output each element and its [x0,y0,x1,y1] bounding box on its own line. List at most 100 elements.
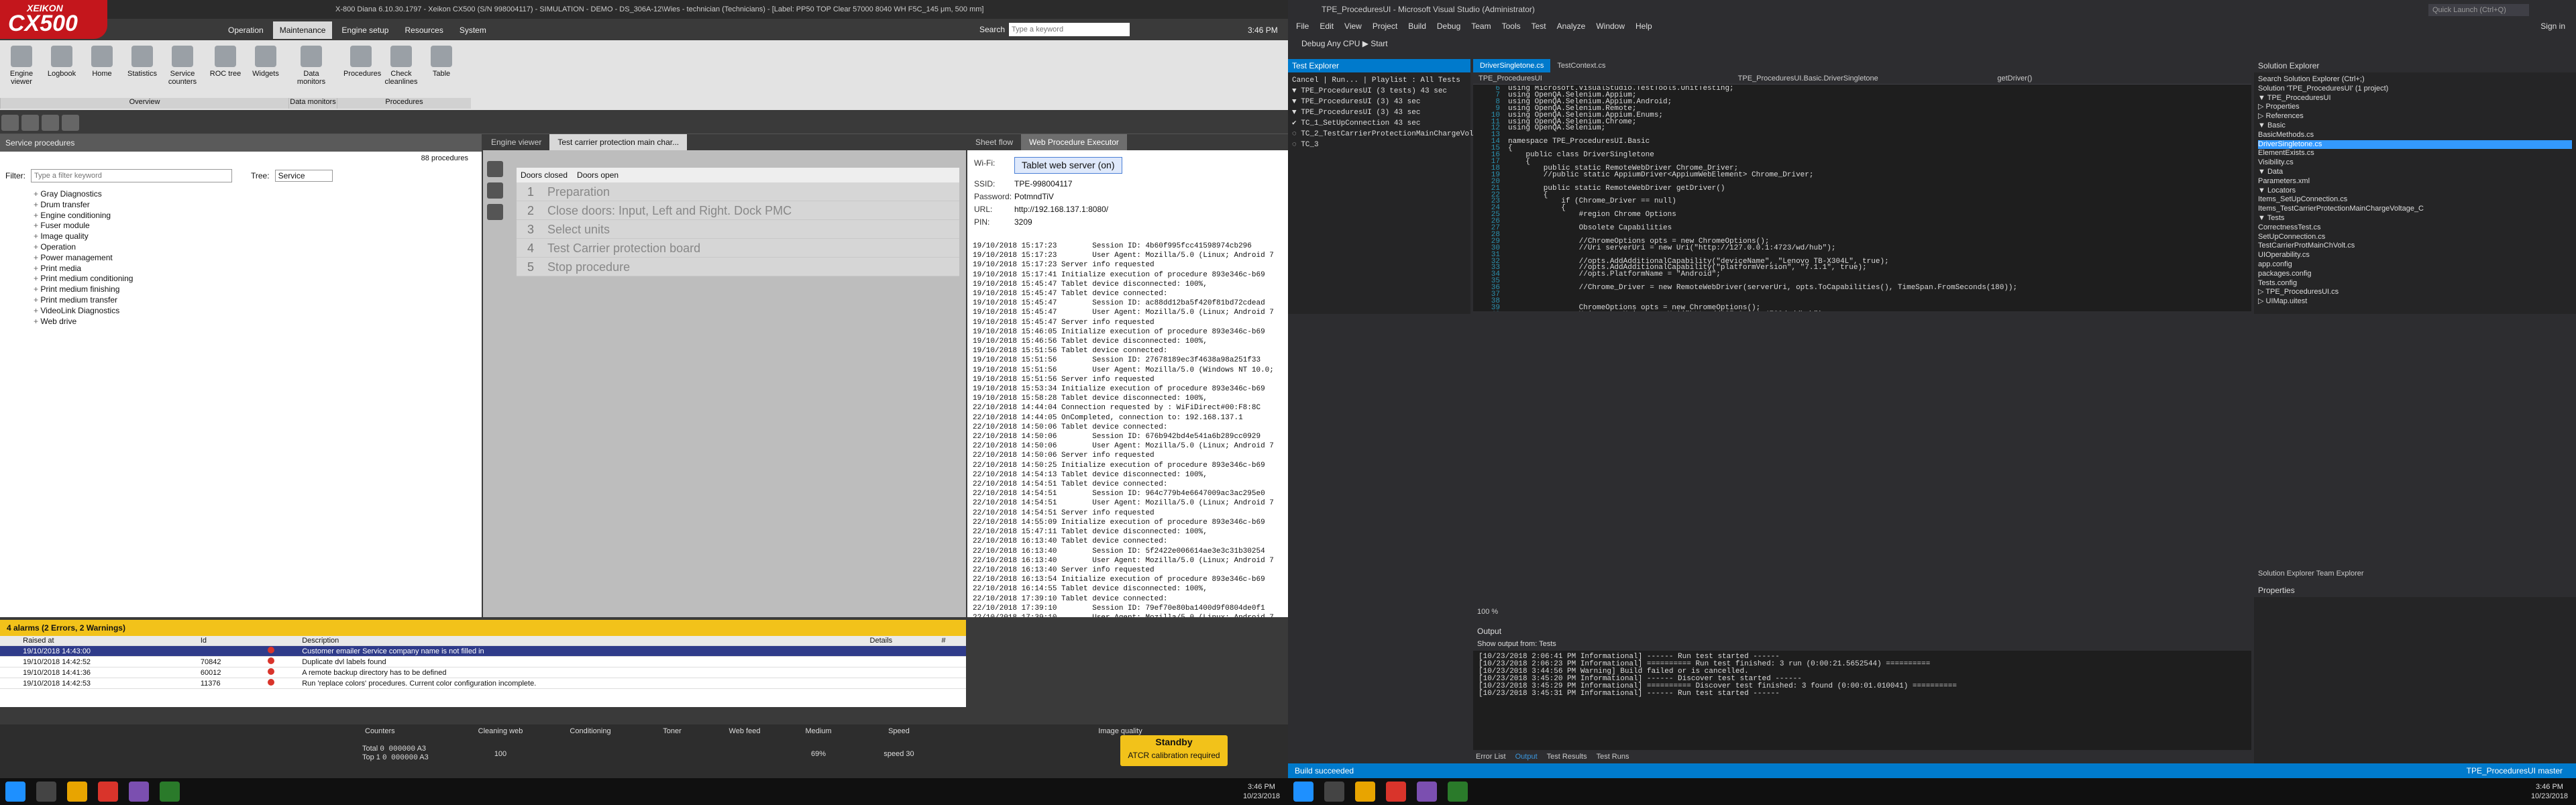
app-icon[interactable] [1448,782,1468,802]
solution-item[interactable]: Visibility.cs [2258,158,2572,168]
tab-doors-closed[interactable]: Doors closed [521,170,568,180]
solution-item[interactable]: Parameters.xml [2258,177,2572,186]
alarm-col-header[interactable]: Details [865,636,938,646]
tab-error-list[interactable]: Error List [1476,750,1506,763]
tab-web-executor[interactable]: Web Procedure Executor [1021,134,1127,150]
alarm-details[interactable] [865,667,938,678]
alarm-row[interactable]: 19/10/2018 14:42:53 11376 Run 'replace col… [0,678,966,689]
solution-item[interactable]: CorrectnessTest.cs [2258,223,2572,233]
procedures-button[interactable]: Procedures [343,46,381,78]
service-counters-button[interactable]: Service counters [165,46,200,86]
alarm-col-header[interactable]: # [937,636,966,646]
vs-icon[interactable] [129,782,149,802]
solution-item[interactable]: Tests.config [2258,279,2572,288]
nav-class[interactable]: TPE_ProceduresUI.Basic.DriverSingletone [1733,72,1992,84]
menu-item[interactable]: File [1296,19,1309,34]
data-monitors-button[interactable]: Data monitors [294,46,329,86]
alarm-col-header[interactable] [0,636,19,646]
solution-item[interactable]: ▷ References [2258,112,2572,121]
solution-item[interactable]: ▷ Properties [2258,103,2572,112]
solution-item[interactable]: SetUpConnection.cs [2258,233,2572,242]
engine-viewer-button[interactable]: Engine viewer [4,46,39,86]
menu-item[interactable]: Tools [1502,19,1521,34]
app-icon[interactable] [160,782,180,802]
menu-item[interactable]: Window [1596,19,1625,34]
standby-indicator[interactable]: Standby ATCR calibration required [1120,735,1228,766]
tab-operation[interactable]: Operation [221,21,270,39]
tab-test-results[interactable]: Test Results [1547,750,1587,763]
menu-item[interactable]: Debug [1437,19,1460,34]
output-source[interactable]: Show output from: Tests [1473,637,2251,651]
search-input[interactable] [1009,23,1130,36]
procedure-step[interactable]: 1 Preparation [517,182,959,201]
tree-item[interactable]: Web drive [34,317,448,327]
tree-item[interactable]: Image quality [34,231,448,242]
start-icon[interactable] [1293,782,1313,802]
solution-item[interactable]: ▼ Tests [2258,214,2572,223]
alarm-row[interactable]: 19/10/2018 14:41:36 60012 A remote backup … [0,667,966,678]
nav-member[interactable]: getDriver() [1992,72,2251,84]
menu-item[interactable]: Help [1635,19,1652,34]
tool-button[interactable] [21,115,39,131]
widgets-button[interactable]: Widgets [248,46,283,78]
tab-resources[interactable]: Resources [398,21,449,39]
tab-testcontext[interactable]: TestContext.cs [1550,59,1612,72]
procedure-step[interactable]: 2 Close doors: Input, Left and Right. Doc… [517,201,959,220]
chrome-icon[interactable] [1386,782,1406,802]
tree-item[interactable]: Print medium transfer [34,295,448,306]
solution-item[interactable]: Search Solution Explorer (Ctrl+;) [2258,75,2572,85]
statistics-button[interactable]: Statistics [125,46,160,78]
menu-item[interactable]: Analyze [1557,19,1586,34]
tree-item[interactable]: Gray Diagnostics [34,189,448,200]
solution-item[interactable]: ▼ Locators [2258,186,2572,196]
start-icon[interactable] [5,782,25,802]
alarm-col-header[interactable] [263,636,299,646]
solution-tabs[interactable]: Solution Explorer Team Explorer [2254,568,2576,580]
tab-engine-viewer[interactable]: Engine viewer [483,134,549,150]
tree-item[interactable]: Engine conditioning [34,211,448,221]
solution-item[interactable]: ElementExists.cs [2258,149,2572,158]
filter-input[interactable] [31,169,232,182]
alarm-col-header[interactable]: Id [196,636,264,646]
logbook-button[interactable]: Logbook [44,46,79,78]
solution-item[interactable]: ▼ Data [2258,168,2572,177]
tab-driversingletone[interactable]: DriverSingletone.cs [1473,59,1551,72]
explorer-icon[interactable] [67,782,87,802]
tree-item[interactable]: Power management [34,253,448,264]
solution-item[interactable]: app.config [2258,260,2572,270]
alarm-col-header[interactable]: Description [298,636,866,646]
alarm-details[interactable] [865,656,938,667]
alarm-row[interactable]: 19/10/2018 14:43:00 Customer emailer Serv… [0,645,966,657]
alarm-row[interactable]: 19/10/2018 14:42:52 70842 Duplicate dvl la… [0,656,966,667]
solution-item[interactable]: TestCarrierProtMainChVolt.cs [2258,241,2572,251]
test-row[interactable]: ✔ TC_1_SetUpConnection 43 sec [1292,118,1466,129]
tab-maintenance[interactable]: Maintenance [272,21,333,39]
tree-item[interactable]: Print medium finishing [34,284,448,295]
table-button[interactable]: Table [424,46,459,78]
solution-item[interactable]: Solution 'TPE_ProceduresUI' (1 project) [2258,85,2572,94]
menu-item[interactable]: Team [1471,19,1491,34]
tree-select[interactable]: Service [274,170,333,182]
tree-item[interactable]: VideoLink Diagnostics [34,306,448,317]
alarm-details[interactable] [865,678,938,689]
solution-item[interactable]: packages.config [2258,270,2572,279]
tab-test-runs[interactable]: Test Runs [1597,750,1629,763]
test-row[interactable]: Cancel | Run... | Playlist : All Tests [1292,75,1466,86]
tool-button[interactable] [1,115,19,131]
test-row[interactable]: ▼ TPE_ProceduresUI (3 tests) 43 sec [1292,86,1466,97]
alarm-details[interactable] [865,645,938,657]
menu-item[interactable]: View [1344,19,1362,34]
solution-item[interactable]: UIOperability.cs [2258,251,2572,260]
tree-item[interactable]: Print media [34,264,448,274]
tab-system[interactable]: System [453,21,493,39]
web-server-button[interactable]: Tablet web server (on) [1014,157,1122,174]
tool-button[interactable] [62,115,79,131]
info-icon[interactable] [487,204,503,220]
menu-item[interactable]: Build [1408,19,1426,34]
procedure-step[interactable]: 4 Test Carrier protection board [517,239,959,258]
solution-item[interactable]: Items_TestCarrierProtectionMainChargeVol… [2258,205,2572,214]
solution-item[interactable]: DriverSingletone.cs [2258,140,2572,150]
solution-item[interactable]: ▼ TPE_ProceduresUI [2258,94,2572,103]
tree-item[interactable]: Fuser module [34,221,448,231]
vs-icon[interactable] [1417,782,1437,802]
